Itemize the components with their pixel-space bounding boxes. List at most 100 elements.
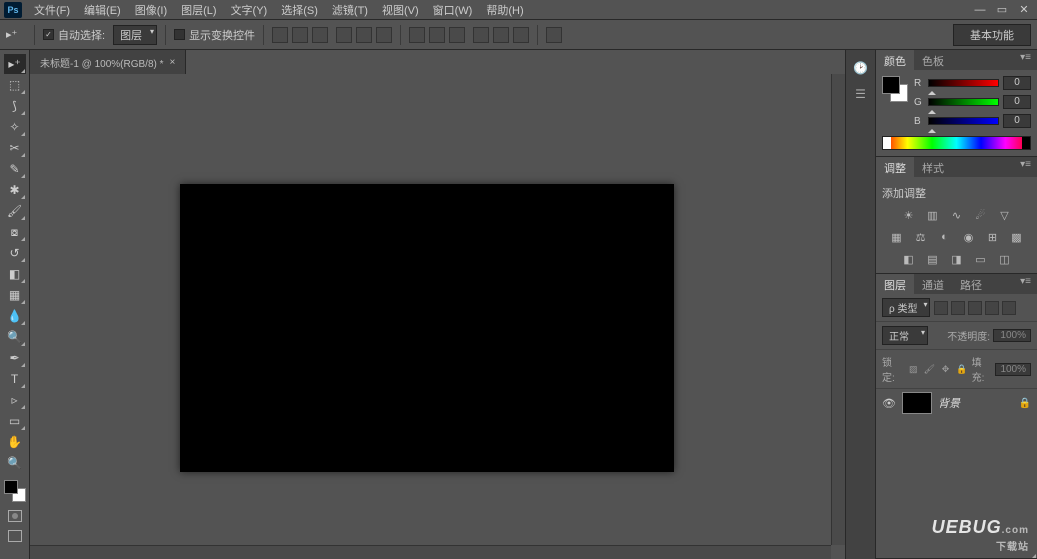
shape-tool[interactable]: ▭ <box>4 411 26 431</box>
gradient-tool[interactable]: ▦ <box>4 285 26 305</box>
menu-window[interactable]: 窗口(W) <box>427 0 479 20</box>
move-tool[interactable]: ▸⁺ <box>4 54 26 74</box>
filter-pixel-icon[interactable] <box>934 301 948 315</box>
distribute-right-icon[interactable] <box>513 27 529 43</box>
auto-select-option[interactable]: ✓ 自动选择: <box>43 27 105 43</box>
curves-icon[interactable]: ∿ <box>948 207 966 223</box>
layer-filter-dropdown[interactable]: ρ 类型 <box>882 298 930 317</box>
vibrance-icon[interactable]: ▽ <box>996 207 1014 223</box>
distribute-left-icon[interactable] <box>473 27 489 43</box>
dodge-tool[interactable]: 🔍 <box>4 327 26 347</box>
hand-tool[interactable]: ✋ <box>4 432 26 452</box>
menu-filter[interactable]: 滤镜(T) <box>326 0 374 20</box>
tab-paths[interactable]: 路径 <box>952 274 990 294</box>
hue-icon[interactable]: ▦ <box>888 229 906 245</box>
posterize-icon[interactable]: ▤ <box>924 251 942 267</box>
exposure-icon[interactable]: ☄ <box>972 207 990 223</box>
photo-filter-icon[interactable]: ◉ <box>960 229 978 245</box>
clone-stamp-tool[interactable]: ⧇ <box>4 222 26 242</box>
foreground-color-swatch[interactable] <box>4 480 18 494</box>
color-spectrum[interactable] <box>882 136 1031 150</box>
distribute-bottom-icon[interactable] <box>449 27 465 43</box>
align-top-icon[interactable] <box>272 27 288 43</box>
fill-input[interactable]: 100% <box>995 363 1031 376</box>
g-slider[interactable] <box>928 98 999 106</box>
r-slider[interactable] <box>928 79 999 87</box>
tab-layers[interactable]: 图层 <box>876 274 914 294</box>
quick-mask-toggle[interactable] <box>4 507 26 525</box>
eyedropper-tool[interactable]: ✎ <box>4 159 26 179</box>
r-value-input[interactable]: 0 <box>1003 76 1031 90</box>
tab-swatches[interactable]: 色板 <box>914 50 952 70</box>
menu-select[interactable]: 选择(S) <box>275 0 324 20</box>
lock-pixels-icon[interactable]: 🖌 <box>923 363 935 376</box>
channel-mixer-icon[interactable]: ⊞ <box>984 229 1002 245</box>
g-value-input[interactable]: 0 <box>1003 95 1031 109</box>
type-tool[interactable]: T <box>4 369 26 389</box>
align-left-icon[interactable] <box>336 27 352 43</box>
document-tab[interactable]: 未标题-1 @ 100%(RGB/8) * × <box>30 50 186 74</box>
lasso-tool[interactable]: ⟆ <box>4 96 26 116</box>
menu-layer[interactable]: 图层(L) <box>175 0 222 20</box>
menu-view[interactable]: 视图(V) <box>376 0 425 20</box>
show-transform-option[interactable]: 显示变换控件 <box>174 27 255 43</box>
panel-menu-icon[interactable]: ▾≡ <box>1014 157 1037 177</box>
align-bottom-icon[interactable] <box>312 27 328 43</box>
menu-type[interactable]: 文字(Y) <box>225 0 274 20</box>
lock-transparency-icon[interactable]: ▨ <box>907 363 919 376</box>
magic-wand-tool[interactable]: ✧ <box>4 117 26 137</box>
marquee-tool[interactable]: ⬚ <box>4 75 26 95</box>
layer-row[interactable]: 👁 背景 🔒 <box>876 389 1037 417</box>
align-hcenter-icon[interactable] <box>356 27 372 43</box>
filter-type-icon[interactable] <box>968 301 982 315</box>
color-balance-icon[interactable]: ⚖ <box>912 229 930 245</box>
show-transform-checkbox[interactable] <box>174 29 185 40</box>
crop-tool[interactable]: ✂ <box>4 138 26 158</box>
screen-mode-toggle[interactable] <box>4 528 26 544</box>
close-button[interactable]: ✕ <box>1015 3 1033 17</box>
lock-position-icon[interactable]: ✥ <box>939 363 951 376</box>
filter-adjustment-icon[interactable] <box>951 301 965 315</box>
canvas[interactable] <box>180 184 674 472</box>
distribute-top-icon[interactable] <box>409 27 425 43</box>
menu-help[interactable]: 帮助(H) <box>480 0 529 20</box>
workspace-switcher[interactable]: 基本功能 <box>953 24 1031 46</box>
foreground-background-colors[interactable] <box>4 480 26 502</box>
history-panel-icon[interactable]: 🕑 <box>851 58 871 78</box>
eraser-tool[interactable]: ◧ <box>4 264 26 284</box>
horizontal-scrollbar[interactable] <box>30 545 831 559</box>
vertical-scrollbar[interactable] <box>831 74 845 545</box>
distribute-hcenter-icon[interactable] <box>493 27 509 43</box>
brush-tool[interactable]: 🖌 <box>4 201 26 221</box>
menu-edit[interactable]: 编辑(E) <box>78 0 127 20</box>
tab-styles[interactable]: 样式 <box>914 157 952 177</box>
zoom-tool[interactable]: 🔍 <box>4 453 26 473</box>
panel-menu-icon[interactable]: ▾≡ <box>1014 50 1037 70</box>
visibility-toggle-icon[interactable]: 👁 <box>882 397 896 410</box>
auto-select-checkbox[interactable]: ✓ <box>43 29 54 40</box>
levels-icon[interactable]: ▥ <box>924 207 942 223</box>
filter-shape-icon[interactable] <box>985 301 999 315</box>
layer-name[interactable]: 背景 <box>938 395 1013 411</box>
color-preview[interactable] <box>882 76 908 102</box>
gradient-map-icon[interactable]: ▭ <box>972 251 990 267</box>
menu-image[interactable]: 图像(I) <box>129 0 173 20</box>
fg-color-preview[interactable] <box>882 76 900 94</box>
history-brush-tool[interactable]: ↺ <box>4 243 26 263</box>
b-slider[interactable] <box>928 117 999 125</box>
align-right-icon[interactable] <box>376 27 392 43</box>
invert-icon[interactable]: ◧ <box>900 251 918 267</box>
threshold-icon[interactable]: ◨ <box>948 251 966 267</box>
brightness-icon[interactable]: ☀ <box>900 207 918 223</box>
distribute-vcenter-icon[interactable] <box>429 27 445 43</box>
auto-select-target-dropdown[interactable]: 图层 <box>113 25 157 45</box>
canvas-viewport[interactable] <box>30 74 845 559</box>
tab-channels[interactable]: 通道 <box>914 274 952 294</box>
selective-color-icon[interactable]: ◫ <box>996 251 1014 267</box>
blur-tool[interactable]: 💧 <box>4 306 26 326</box>
maximize-button[interactable]: ▭ <box>993 3 1011 17</box>
properties-panel-icon[interactable]: ☰ <box>851 84 871 104</box>
b-value-input[interactable]: 0 <box>1003 114 1031 128</box>
bw-icon[interactable]: ◐ <box>936 229 954 245</box>
auto-align-icon[interactable] <box>546 27 562 43</box>
